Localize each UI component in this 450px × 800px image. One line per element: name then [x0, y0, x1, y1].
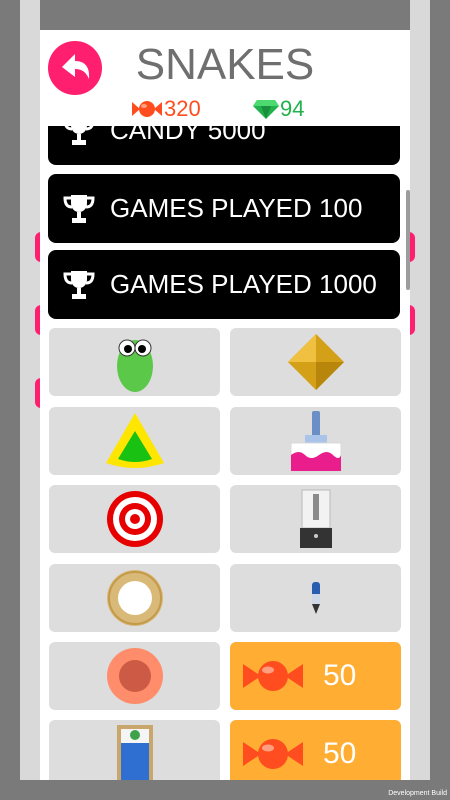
gem-counter: 94	[252, 96, 304, 122]
price-label: 50	[323, 737, 357, 770]
snakes-shop-panel: SNAKES 320 94 CANDY 5000 GAMES PLAYED 10…	[40, 30, 410, 780]
blender-icon	[299, 489, 332, 548]
trophy-icon	[63, 270, 95, 299]
skin-cell-pen[interactable]	[230, 564, 401, 632]
paint-brush-bucket-icon	[290, 411, 341, 472]
achievement-label: GAMES PLAYED 100	[110, 193, 363, 223]
skin-cell-gold-pyramid[interactable]	[230, 328, 401, 396]
buy-skin-button[interactable]: 50	[230, 642, 401, 710]
skin-cell-donut[interactable]	[49, 564, 220, 632]
candy-icon	[132, 101, 162, 117]
candy-icon	[243, 661, 303, 691]
candy-amount: 320	[164, 96, 201, 121]
skin-cell-yellow-triangle[interactable]	[49, 407, 220, 475]
shop-scroll-list[interactable]: CANDY 5000 GAMES PLAYED 100 GAMES PLAYED…	[40, 126, 410, 780]
skin-cell-bed[interactable]	[49, 720, 220, 780]
currency-bar: 320 94	[40, 96, 410, 122]
gem-amount: 94	[280, 96, 305, 121]
trophy-icon	[63, 194, 95, 223]
skin-cell-paint-brush[interactable]	[230, 407, 401, 475]
yellow-green-triangle-icon	[105, 413, 164, 468]
gold-pyramid-icon	[287, 334, 344, 390]
trophy-icon	[64, 126, 94, 145]
candy-icon	[243, 739, 303, 769]
pen-icon	[311, 582, 320, 614]
achievement-label: CANDY 5000	[110, 126, 266, 145]
orange-circle-icon	[106, 648, 163, 704]
price-label: 50	[323, 659, 357, 692]
skin-cell-blender[interactable]	[230, 485, 401, 553]
scrollbar[interactable]	[406, 190, 410, 290]
bullseye-target-icon	[106, 491, 163, 547]
bed-icon	[116, 725, 153, 780]
achievement-row[interactable]: GAMES PLAYED 100	[48, 174, 400, 243]
achievement-row[interactable]: GAMES PLAYED 1000	[48, 250, 400, 319]
right-background-strip	[410, 0, 430, 780]
page-title: SNAKES	[135, 40, 315, 89]
candy-counter: 320	[130, 96, 201, 122]
donut-ring-icon	[106, 570, 163, 626]
skin-cell-green-snake[interactable]	[49, 328, 220, 396]
achievement-row[interactable]: CANDY 5000	[48, 126, 400, 165]
buy-skin-button[interactable]: 50	[230, 720, 401, 780]
dev-build-label: Development Build	[388, 790, 447, 797]
skin-cell-orange-circle[interactable]	[49, 642, 220, 710]
gem-icon	[253, 100, 279, 119]
skin-cell-bullseye[interactable]	[49, 485, 220, 553]
green-snake-icon	[116, 339, 153, 392]
achievement-label: GAMES PLAYED 1000	[110, 269, 377, 299]
